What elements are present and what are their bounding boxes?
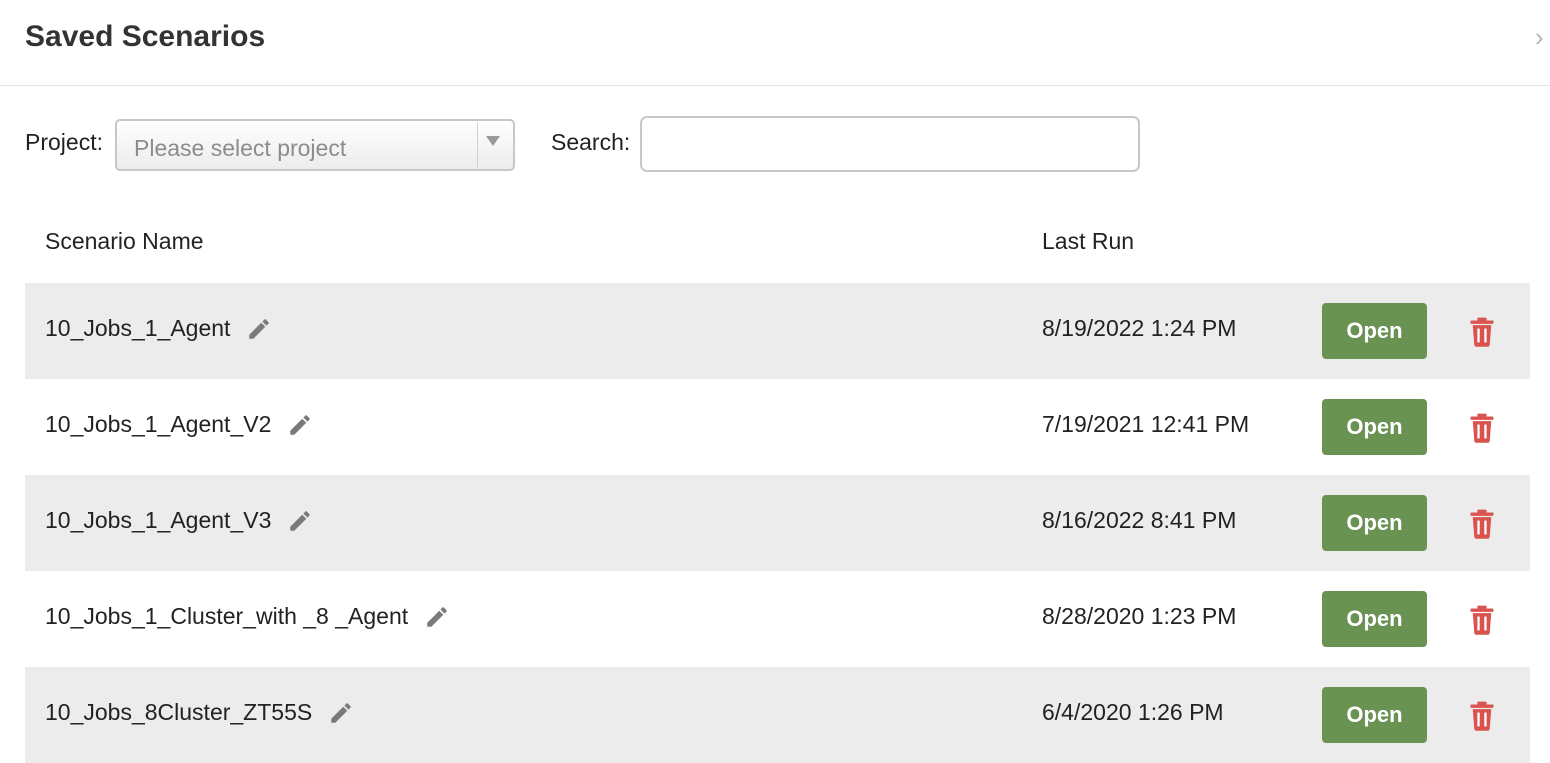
search-label: Search: [551,129,631,155]
scenario-name: 10_Jobs_1_Agent_V2 [45,411,272,437]
dialog-header: Saved Scenarios › [0,0,1550,86]
project-select[interactable]: Please select project [115,119,515,171]
scenario-name-cell: 10_Jobs_1_Agent [45,315,272,342]
scenario-name-cell: 10_Jobs_1_Agent_V3 [45,507,313,534]
scenario-name-cell: 10_Jobs_8Cluster_ZT55S [45,699,354,726]
pencil-icon[interactable] [246,316,272,342]
scenario-name-cell: 10_Jobs_1_Agent_V2 [45,411,313,438]
search-input[interactable] [640,116,1140,172]
dialog-title: Saved Scenarios [25,20,266,53]
scenario-name: 10_Jobs_1_Agent [45,315,231,341]
table-row: 10_Jobs_1_Agent_V2 7/19/2021 12:41 PM Open [25,379,1530,475]
close-icon[interactable]: › [1535,24,1544,50]
trash-icon[interactable] [1468,605,1496,635]
chevron-down-icon[interactable] [486,136,500,146]
table-row: 10_Jobs_1_Agent 8/19/2022 1:24 PM Open [25,283,1530,379]
scenario-name-cell: 10_Jobs_1_Cluster_with _8 _Agent [45,603,450,630]
trash-icon[interactable] [1468,509,1496,539]
table-row: 10_Jobs_8Cluster_ZT55S 6/4/2020 1:26 PM Op… [25,667,1530,763]
trash-icon[interactable] [1468,317,1496,347]
last-run: 8/19/2022 1:24 PM [1042,315,1237,341]
project-select-value: Please select project [134,135,347,161]
open-button[interactable]: Open [1322,687,1427,743]
select-divider [477,123,478,167]
pencil-icon[interactable] [287,508,313,534]
column-header-scenario-name: Scenario Name [45,228,204,254]
pencil-icon[interactable] [424,604,450,630]
open-button[interactable]: Open [1322,303,1427,359]
table-row: 10_Jobs_1_Agent_V3 8/16/2022 8:41 PM Open [25,475,1530,571]
last-run: 8/28/2020 1:23 PM [1042,603,1237,629]
trash-icon[interactable] [1468,701,1496,731]
scenario-name: 10_Jobs_8Cluster_ZT55S [45,699,313,725]
open-button[interactable]: Open [1322,399,1427,455]
filter-bar: Project: Please select project Search: [0,116,1550,172]
pencil-icon[interactable] [287,412,313,438]
table-header: Scenario Name Last Run [25,226,1530,262]
scenario-list: 10_Jobs_1_Agent 8/19/2022 1:24 PM Open 10_J… [25,283,1530,763]
open-button[interactable]: Open [1322,495,1427,551]
column-header-last-run: Last Run [1042,228,1135,254]
scenario-name: 10_Jobs_1_Agent_V3 [45,507,272,533]
table-row: 10_Jobs_1_Cluster_with _8 _Agent 8/28/202… [25,571,1530,667]
trash-icon[interactable] [1468,413,1496,443]
open-button[interactable]: Open [1322,591,1427,647]
scenario-name: 10_Jobs_1_Cluster_with _8 _Agent [45,603,409,629]
pencil-icon[interactable] [328,700,354,726]
last-run: 6/4/2020 1:26 PM [1042,699,1224,725]
last-run: 7/19/2021 12:41 PM [1042,411,1250,437]
project-label: Project: [25,129,103,155]
last-run: 8/16/2022 8:41 PM [1042,507,1237,533]
